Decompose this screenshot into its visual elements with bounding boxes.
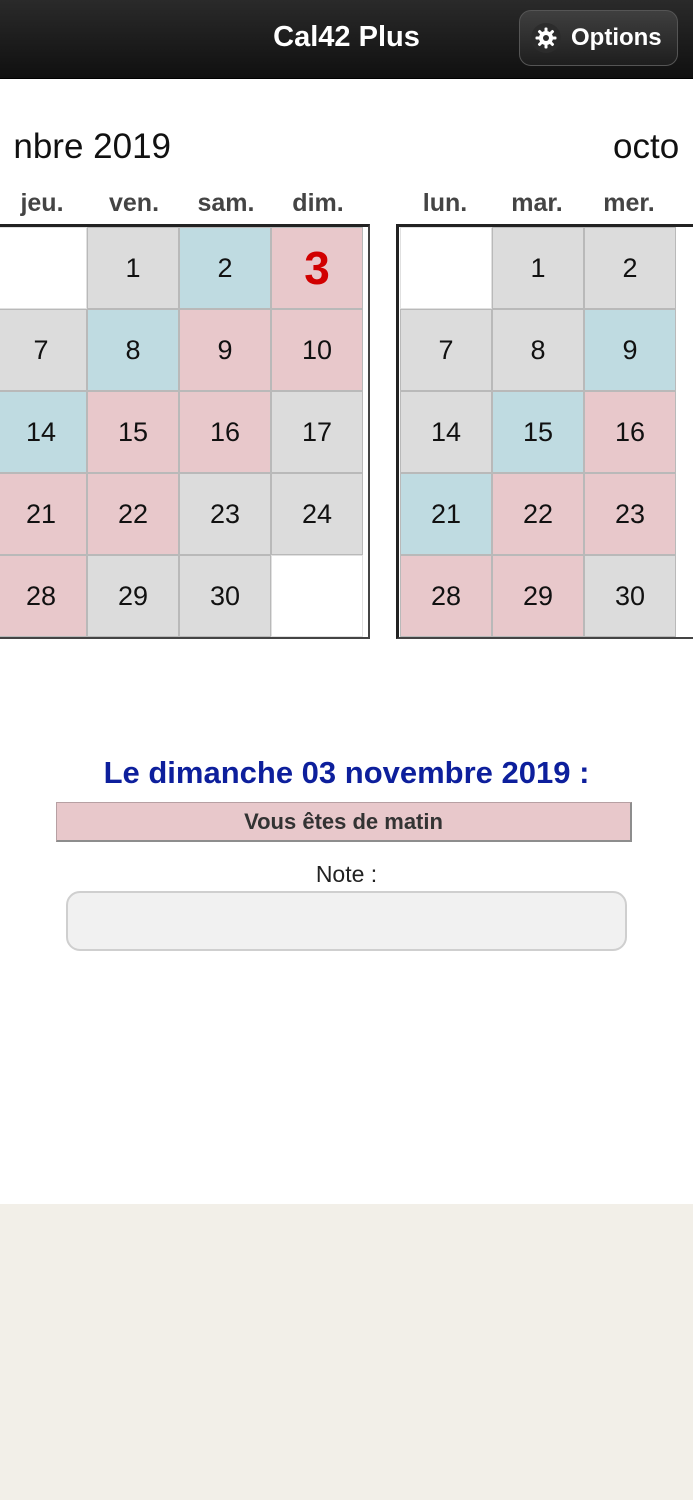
note-label: Note : [315, 861, 378, 887]
note-input[interactable] [66, 891, 627, 951]
calendar-day-cell[interactable]: 2 [179, 227, 271, 309]
calendar-grid-right: 1 2 7 8 9 14 15 16 21 22 23 28 29 30 [396, 224, 693, 639]
calendar-day-cell[interactable]: 21 [0, 473, 87, 555]
calendar-day-cell-selected[interactable]: 3 [271, 227, 363, 309]
calendar-day-cell[interactable]: 1 [87, 227, 179, 309]
calendar-day-cell[interactable]: 14 [0, 391, 87, 473]
calendar-day-cell[interactable]: 24 [271, 473, 363, 555]
calendar-day-cell[interactable]: 17 [271, 391, 363, 473]
calendar-day-cell[interactable]: 22 [87, 473, 179, 555]
options-button[interactable]: Options [519, 10, 678, 66]
calendar-day-cell[interactable]: 2 [584, 227, 676, 309]
weekday-label: mar. [511, 189, 563, 217]
calendar-day-cell[interactable]: 28 [0, 555, 87, 637]
calendar-day-cell[interactable]: 14 [400, 391, 492, 473]
weekday-label: dim. [292, 189, 344, 217]
weekday-label: lun. [422, 189, 468, 217]
calendar-day-cell[interactable]: 29 [492, 555, 584, 637]
calendar-day-cell[interactable]: 15 [492, 391, 584, 473]
weekday-label: ven. [108, 189, 160, 217]
calendar-day-cell[interactable]: 16 [179, 391, 271, 473]
calendar-day-cell[interactable]: 9 [179, 309, 271, 391]
calendar-day-cell[interactable]: 28 [400, 555, 492, 637]
calendar-day-cell [400, 227, 492, 309]
options-label: Options [571, 24, 662, 51]
calendar-day-cell[interactable]: 7 [400, 309, 492, 391]
calendar-day-cell[interactable]: 8 [492, 309, 584, 391]
calendar-content: nbre 2019 octo jeu. ven. sam. dim. lun. mar.… [0, 79, 693, 1204]
month-title-right: octo [613, 127, 680, 166]
calendar-day-cell[interactable]: 30 [179, 555, 271, 637]
calendar-day-cell[interactable]: 7 [0, 309, 87, 391]
calendar-day-cell[interactable]: 10 [271, 309, 363, 391]
calendar-day-cell[interactable]: 22 [492, 473, 584, 555]
calendar-day-cell[interactable]: 16 [584, 391, 676, 473]
selected-date-heading: Le dimanche 03 novembre 2019 : [103, 755, 590, 790]
calendar-day-cell[interactable]: 30 [584, 555, 676, 637]
weekday-label: mer. [603, 189, 655, 217]
weekday-label: jeu. [20, 189, 64, 217]
calendar-day-cell[interactable]: 21 [400, 473, 492, 555]
month-title-left: nbre 2019 [13, 127, 171, 166]
calendar-day-cell[interactable]: 29 [87, 555, 179, 637]
top-navigation-bar: Cal42 Plus Options [0, 0, 693, 79]
calendar-day-cell[interactable]: 23 [584, 473, 676, 555]
calendar-day-cell[interactable]: 9 [584, 309, 676, 391]
calendar-day-cell [271, 555, 363, 637]
gear-icon [531, 23, 561, 53]
calendar-grid-left: 1 2 3 7 8 9 10 14 15 16 17 21 22 23 24 28 29 30 [0, 224, 370, 639]
calendar-day-cell[interactable]: 15 [87, 391, 179, 473]
calendar-day-cell [0, 227, 87, 309]
calendar-day-cell[interactable]: 1 [492, 227, 584, 309]
calendar-day-cell[interactable]: 23 [179, 473, 271, 555]
shift-info-bar: Vous êtes de matin [56, 802, 632, 842]
weekday-label: sam. [197, 189, 255, 217]
calendar-day-cell[interactable]: 8 [87, 309, 179, 391]
